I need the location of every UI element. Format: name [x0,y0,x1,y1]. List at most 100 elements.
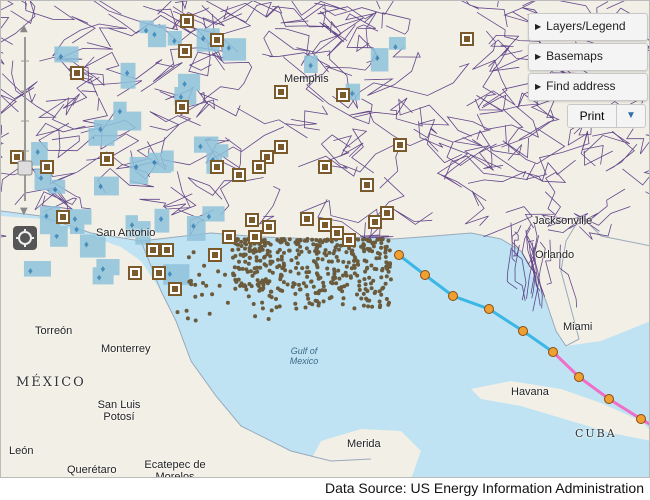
flame-drop-icon: ♦ [350,89,355,100]
platform-dot [361,303,366,308]
platform-dot [237,267,242,271]
platform-dot [317,243,322,248]
chevron-down-icon: ▼ [626,110,636,121]
platform-dot [252,270,257,275]
flame-drop-icon: ♦ [159,214,164,225]
platform-dot [193,318,198,323]
layers-legend-label: Layers/Legend [546,19,626,33]
storm-point [394,250,404,260]
platform-dot [363,287,368,292]
platform-dot [317,239,322,244]
locate-button[interactable] [13,226,37,250]
platform-dot [352,271,357,276]
flame-drop-icon: ♦ [72,214,77,225]
flame-drop-icon: ♦ [198,142,203,153]
platform-dot [298,244,303,249]
svg-text:▼: ▼ [20,206,28,216]
platform-dot [336,258,341,263]
flame-drop-icon: ♦ [44,211,49,222]
flame-drop-icon: ♦ [144,25,149,36]
platform-dot [243,238,248,243]
platform-dot [377,299,382,304]
refinery-square-inner [214,164,220,170]
platform-dot [281,237,286,241]
platform-dot [243,246,247,251]
refinery-square-inner [322,164,328,170]
platform-dot [383,245,388,250]
flame-drop-icon: ♦ [98,125,103,136]
basemaps-label: Basemaps [546,49,603,63]
platform-dot [239,244,244,248]
platform-dot [370,304,375,309]
platform-dot [294,306,299,311]
platform-dot [352,255,357,260]
platform-dot [336,268,341,273]
find-address-button[interactable]: ▶ Find address [528,73,648,101]
platform-dot [238,252,243,257]
platform-dot [300,266,305,271]
flame-drop-icon: ♦ [308,61,313,72]
locate-icon [16,229,34,247]
flame-drop-icon: ♦ [134,162,139,173]
platform-dot [244,242,249,247]
label-cuba: CUBA [575,427,617,440]
map-canvas[interactable]: ♦♦♦♦♦♦♦♦♦♦♦♦♦♦♦♦♦♦♦♦♦♦♦♦♦♦♦♦♦♦♦♦♦♦♦♦♦♦♦♦… [0,0,650,478]
print-button[interactable]: Print [567,104,617,128]
platform-dot [344,264,349,269]
flame-drop-icon: ♦ [39,173,44,184]
storm-point [604,394,614,404]
zoom-slider[interactable]: ▲ ▼ [17,21,33,217]
platform-dot [201,281,205,285]
refinery-square-inner [60,214,66,220]
print-dropdown-button[interactable]: ▼ [616,104,646,128]
platform-dot [327,250,332,255]
refinery-square-inner [104,156,110,162]
platform-dot [311,242,316,247]
platform-dot [366,304,371,309]
platform-dot [378,303,383,308]
platform-dot [263,240,268,245]
platform-dot [288,269,293,274]
refinery-square-inner [384,210,390,216]
refinery-square-inner [74,70,80,76]
layers-legend-button[interactable]: ▶ Layers/Legend [528,13,648,41]
platform-dot [352,258,356,263]
platform-dot [293,291,298,296]
flame-drop-icon: ♦ [28,266,33,277]
find-address-label: Find address [546,79,616,93]
gas-field-area [147,24,167,48]
platform-dot [258,258,263,263]
platform-dot [332,267,337,272]
platform-dot [386,238,391,243]
platform-dot [379,245,384,250]
platform-dot [377,289,382,294]
platform-dot [344,250,349,255]
caret-right-icon: ▶ [535,52,542,61]
platform-dot [357,283,362,288]
label-leon: León [9,445,34,457]
platform-dot [388,262,392,267]
platform-dot [296,238,301,243]
refinery-square-inner [278,144,284,150]
platform-dot [298,287,303,292]
basemaps-button[interactable]: ▶ Basemaps [528,43,648,71]
platform-dot [365,265,370,270]
platform-dot [311,259,316,264]
platform-dot [309,279,314,284]
refinery-square-inner [150,247,156,253]
platform-dot [337,276,342,281]
platform-dot [378,237,383,242]
flame-drop-icon: ♦ [201,33,206,44]
refinery-square-inner [249,217,255,223]
platform-dot [294,255,299,260]
platform-dot [207,311,212,316]
platform-dot [216,269,221,274]
label-queretaro: Querétaro [67,464,117,476]
refinery-square-inner [364,182,370,188]
platform-dot [282,250,286,255]
label-memphis: Memphis [284,73,329,85]
platform-dot [247,255,252,260]
flame-drop-icon: ♦ [375,53,380,64]
platform-dot [362,277,367,282]
platform-dot [277,263,282,268]
